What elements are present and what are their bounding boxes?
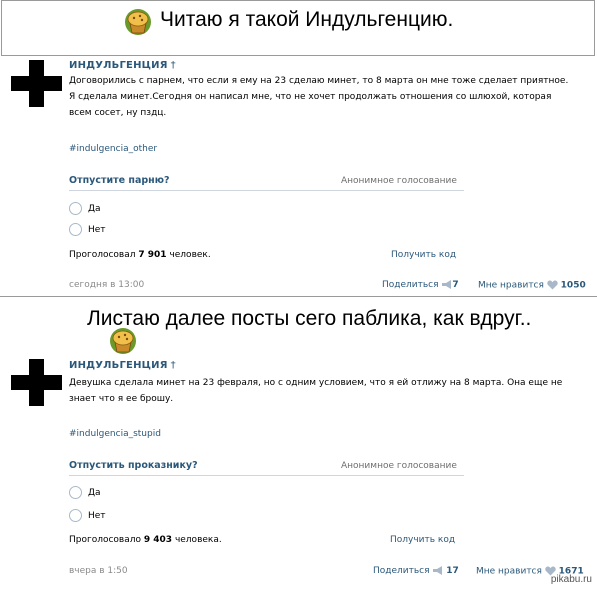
post-text-line: Девушка сделала минет на 23 февраля, но … bbox=[69, 378, 563, 388]
get-code-link[interactable]: Получить код bbox=[390, 535, 455, 545]
poll-type: Анонимное голосование bbox=[341, 461, 457, 471]
post-author[interactable]: ИНДУЛЬГЕНЦИЯ † bbox=[69, 60, 176, 71]
poll-divider bbox=[69, 475, 464, 476]
poll-divider bbox=[69, 190, 464, 191]
author-name[interactable]: ИНДУЛЬГЕНЦИЯ bbox=[69, 60, 168, 71]
radio-button[interactable] bbox=[69, 509, 82, 522]
share-count: 17 bbox=[446, 566, 459, 576]
share-label: Поделиться bbox=[373, 566, 430, 576]
radio-button[interactable] bbox=[69, 486, 82, 499]
option-label: Да bbox=[88, 204, 101, 214]
vote-count: Проголосовал 7 901 человек. bbox=[69, 250, 211, 260]
muffin-icon bbox=[110, 328, 136, 354]
option-label: Нет bbox=[88, 225, 106, 235]
post-time[interactable]: сегодня в 13:00 bbox=[69, 280, 144, 290]
like-label: Мне нравится bbox=[478, 280, 544, 291]
share-button[interactable]: Поделиться 17 bbox=[373, 566, 459, 576]
middle-caption: Листаю далее посты сего паблика, как вдр… bbox=[87, 307, 532, 330]
poll-question: Отпустить проказнику? bbox=[69, 460, 198, 471]
poll-type: Анонимное голосование bbox=[341, 176, 457, 186]
poll-option-yes[interactable]: Да bbox=[69, 202, 101, 216]
section-divider bbox=[0, 296, 597, 297]
watermark: pikabu.ru bbox=[550, 574, 592, 585]
top-caption: Читаю я такой Индульгенцию. bbox=[160, 8, 454, 31]
like-button[interactable]: Мне нравится 1050 bbox=[478, 280, 586, 291]
author-mark: † bbox=[170, 60, 176, 71]
poll-question: Отпустите парню? bbox=[69, 175, 170, 186]
share-label: Поделиться bbox=[382, 280, 439, 290]
post-text: Договорились с парнем, что если я ему на… bbox=[69, 73, 589, 121]
like-label: Мне нравится bbox=[476, 566, 542, 577]
post-text-line: Я сделала минет.Сегодня он написал мне, … bbox=[69, 92, 552, 102]
hashtag-link[interactable]: #indulgencia_other bbox=[69, 144, 157, 154]
heart-icon bbox=[547, 280, 558, 290]
post-text-line: Договорились с парнем, что если я ему на… bbox=[69, 76, 569, 86]
radio-button[interactable] bbox=[69, 223, 82, 236]
post-text-line: знает что я ее брошу. bbox=[69, 394, 174, 404]
voted-number: 7 901 bbox=[138, 250, 167, 260]
poll-option-no[interactable]: Нет bbox=[69, 509, 106, 523]
voted-prefix: Проголосовал bbox=[69, 250, 136, 260]
voted-suffix: человек. bbox=[169, 250, 211, 260]
vote-count: Проголосовало 9 403 человека. bbox=[69, 535, 222, 545]
post-text-line: всем сосет, ну пздц. bbox=[69, 108, 167, 118]
author-name[interactable]: ИНДУЛЬГЕНЦИЯ bbox=[69, 360, 168, 371]
author-mark: † bbox=[170, 360, 176, 371]
post-text: Девушка сделала минет на 23 февраля, но … bbox=[69, 375, 589, 407]
option-label: Да bbox=[88, 488, 101, 498]
voted-number: 9 403 bbox=[143, 535, 173, 545]
poll-option-no[interactable]: Нет bbox=[69, 223, 106, 237]
poll-option-yes[interactable]: Да bbox=[69, 486, 101, 500]
voted-prefix: Проголосовало bbox=[69, 535, 142, 545]
share-button[interactable]: Поделиться 7 bbox=[382, 280, 459, 290]
get-code-link[interactable]: Получить код bbox=[391, 250, 456, 260]
post-author[interactable]: ИНДУЛЬГЕНЦИЯ † bbox=[69, 360, 176, 371]
share-count: 7 bbox=[452, 280, 459, 290]
option-label: Нет bbox=[88, 511, 106, 521]
megaphone-icon bbox=[442, 280, 452, 289]
like-count: 1050 bbox=[560, 280, 586, 291]
black-cross-avatar[interactable] bbox=[11, 359, 62, 406]
black-cross-avatar[interactable] bbox=[11, 60, 62, 107]
muffin-icon bbox=[125, 9, 151, 35]
post-time[interactable]: вчера в 1:50 bbox=[69, 566, 128, 576]
megaphone-icon bbox=[433, 566, 443, 575]
voted-suffix: человека. bbox=[174, 535, 222, 545]
hashtag-link[interactable]: #indulgencia_stupid bbox=[69, 429, 161, 439]
radio-button[interactable] bbox=[69, 202, 82, 215]
